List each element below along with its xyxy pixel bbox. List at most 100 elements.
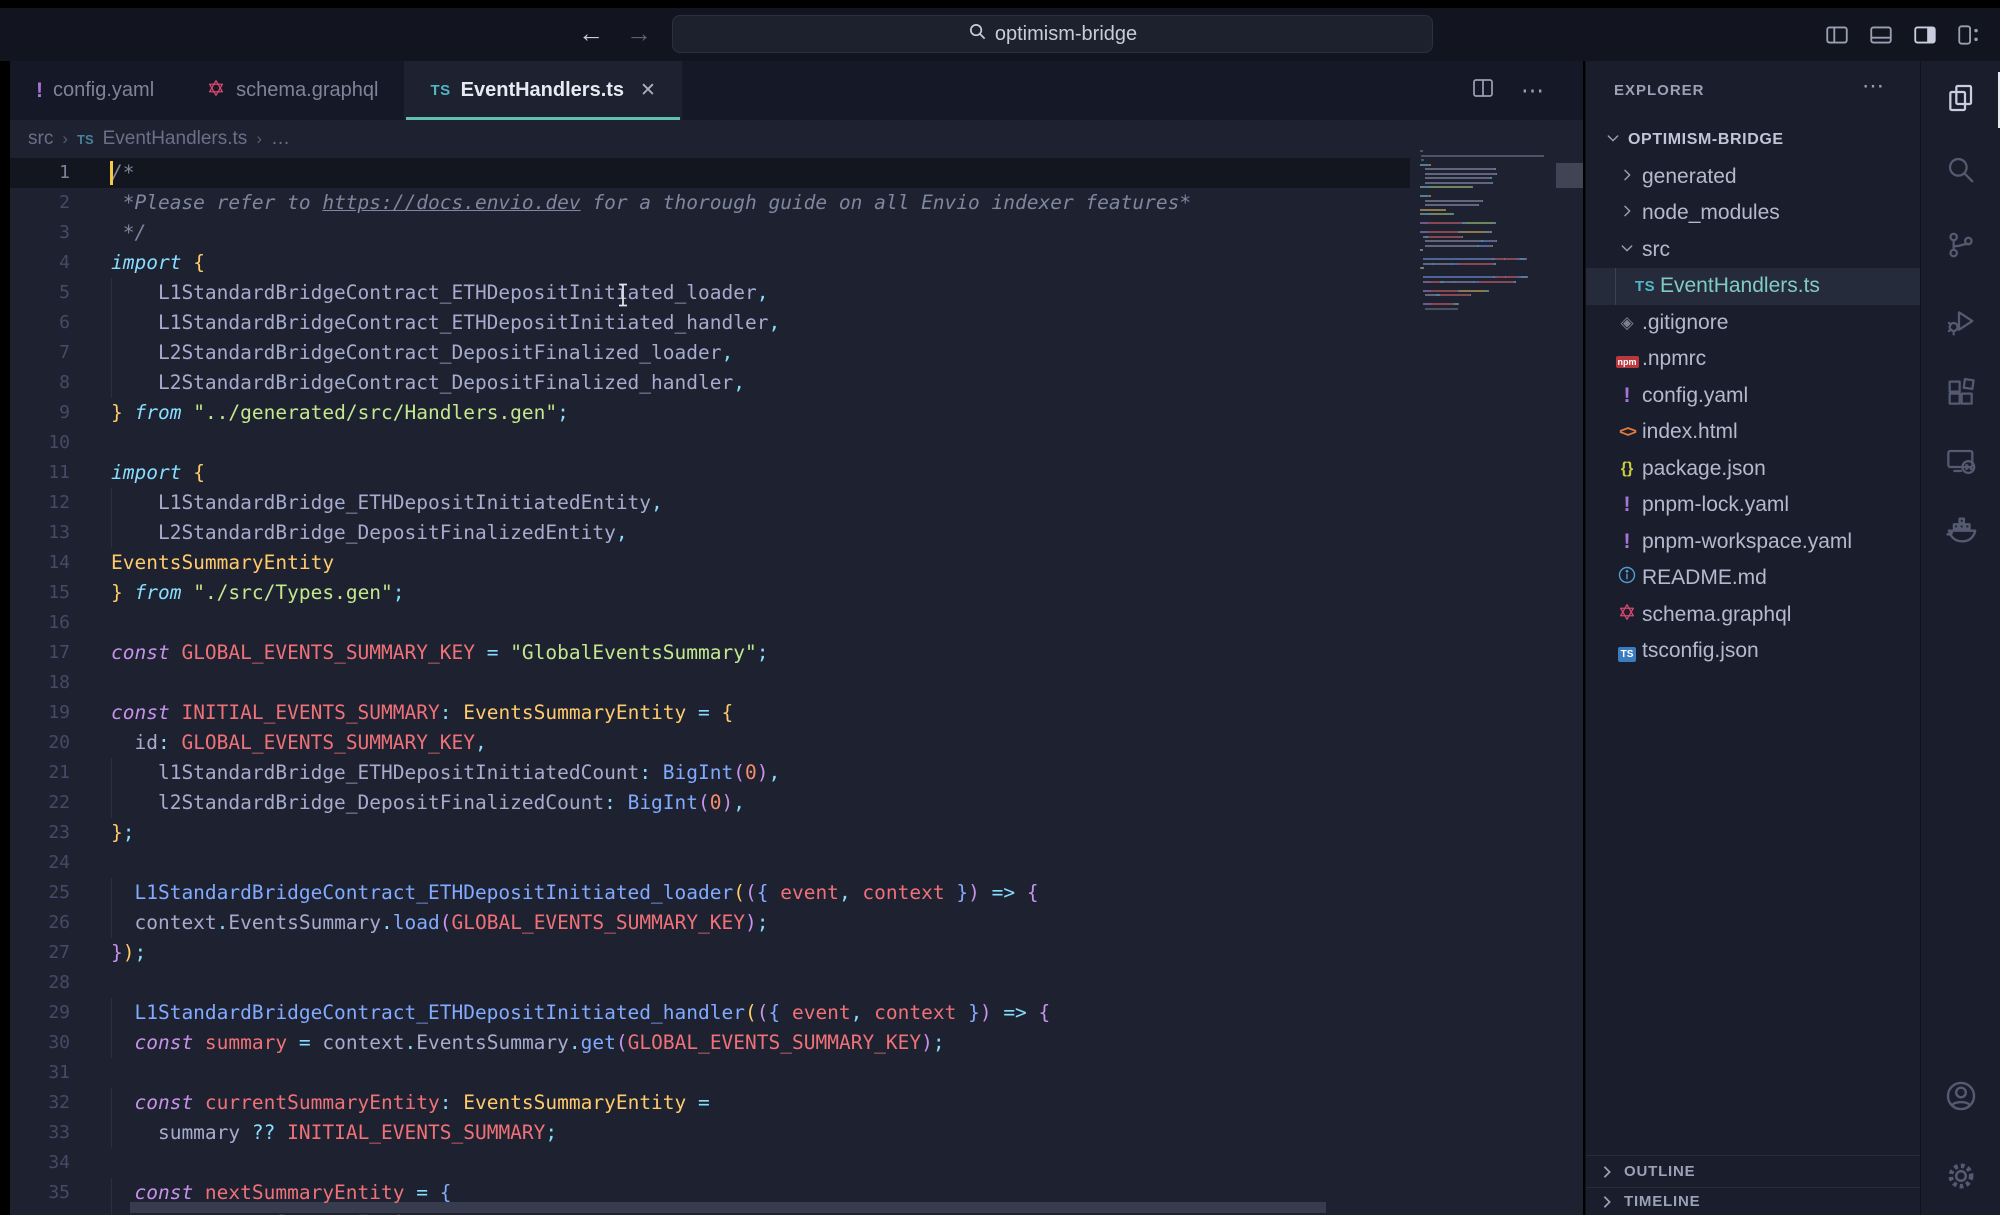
code-line-22[interactable]: 22 l2StandardBridge_DepositFinalizedCoun… — [10, 788, 1410, 818]
tree-item-index.html[interactable]: <>index.html — [1586, 414, 1920, 451]
code-line-13[interactable]: 13 L2StandardBridge_DepositFinalizedEnti… — [10, 518, 1410, 548]
breadcrumb-folder[interactable]: src — [28, 128, 53, 150]
line-text: /* — [111, 158, 134, 188]
code-line-2[interactable]: 2 *Please refer to https://docs.envio.de… — [10, 188, 1410, 218]
line-number: 34 — [20, 1148, 70, 1178]
activity-account-button[interactable] — [1921, 1066, 2000, 1130]
tree-item-src[interactable]: src — [1586, 232, 1920, 269]
files-icon — [1945, 82, 1977, 119]
tree-item-node_modules[interactable]: node_modules — [1586, 195, 1920, 232]
code-line-20[interactable]: 20 id: GLOBAL_EVENTS_SUMMARY_KEY, — [10, 728, 1410, 758]
tree-indent-guide — [1615, 268, 1616, 305]
code-line-15[interactable]: 15} from "./src/Types.gen"; — [10, 578, 1410, 608]
code-line-6[interactable]: 6 L1StandardBridgeContract_ETHDepositIni… — [10, 308, 1410, 338]
tree-item-EventHandlers.ts[interactable]: TSEventHandlers.ts — [1586, 268, 1920, 305]
tree-item-package.json[interactable]: {}package.json — [1586, 451, 1920, 488]
line-number: 3 — [20, 218, 70, 248]
line-number: 7 — [20, 338, 70, 368]
tab-config.yaml[interactable]: !config.yaml — [10, 61, 180, 120]
activity-search-button[interactable] — [1921, 140, 2000, 204]
tree-item-label: generated — [1642, 165, 1737, 189]
code-line-11[interactable]: 11 import { — [10, 458, 1410, 488]
line-text: } from "../generated/src/Handlers.gen"; — [111, 398, 569, 428]
line-text: import { — [111, 458, 205, 488]
tree-item-label: EventHandlers.ts — [1660, 274, 1820, 298]
line-number: 22 — [20, 788, 70, 818]
tab-close-icon[interactable]: ✕ — [640, 79, 656, 102]
activity-docker-button[interactable] — [1921, 500, 2000, 564]
line-number: 11 — [20, 458, 70, 488]
code-line-31[interactable]: 31 — [10, 1058, 1410, 1088]
tree-item-README.md[interactable]: README.md — [1586, 560, 1920, 597]
breadcrumb-file[interactable]: EventHandlers.ts — [103, 128, 248, 150]
line-text: l2StandardBridge_DepositFinalizedCount: … — [111, 788, 745, 818]
tree-item-.npmrc[interactable]: npm.npmrc — [1586, 341, 1920, 378]
activity-settings-button[interactable] — [1921, 1146, 2000, 1210]
customize-layout-icon[interactable] — [1956, 22, 1982, 48]
code-line-24[interactable]: 24 — [10, 848, 1410, 878]
tree-item-pnpm-lock.yaml[interactable]: !pnpm-lock.yaml — [1586, 487, 1920, 524]
nav-back-button[interactable]: ← — [578, 8, 604, 61]
toggle-secondary-sidebar-icon[interactable] — [1912, 22, 1938, 48]
activity-source-control-button[interactable] — [1921, 215, 2000, 279]
code-line-17[interactable]: 17const GLOBAL_EVENTS_SUMMARY_KEY = "Glo… — [10, 638, 1410, 668]
activity-explorer-button[interactable] — [1921, 68, 2000, 132]
code-line-33[interactable]: 33 summary ?? INITIAL_EVENTS_SUMMARY; — [10, 1118, 1410, 1148]
code-line-34[interactable]: 34 — [10, 1148, 1410, 1178]
tree-item-schema.graphql[interactable]: schema.graphql — [1586, 597, 1920, 634]
code-editor[interactable]: src › TS EventHandlers.ts › … 1/*2 *Plea… — [10, 120, 1583, 1215]
activity-run-debug-button[interactable] — [1921, 291, 2000, 355]
code-line-9[interactable]: 9} from "../generated/src/Handlers.gen"; — [10, 398, 1410, 428]
breadcrumb-symbol[interactable]: … — [271, 128, 290, 150]
code-line-4[interactable]: 4import { — [10, 248, 1410, 278]
line-number: 29 — [20, 998, 70, 1028]
breadcrumb[interactable]: src › TS EventHandlers.ts › … — [10, 120, 1583, 158]
nav-forward-button[interactable]: → — [626, 8, 652, 61]
code-line-18[interactable]: 18 — [10, 668, 1410, 698]
tree-item-pnpm-workspace.yaml[interactable]: !pnpm-workspace.yaml — [1586, 524, 1920, 561]
editor-more-actions-icon[interactable]: ⋯ — [1521, 77, 1545, 104]
code-line-21[interactable]: 21 l1StandardBridge_ETHDepositInitiatedC… — [10, 758, 1410, 788]
toggle-panel-icon[interactable] — [1868, 22, 1894, 48]
code-line-5[interactable]: 5 L1StandardBridgeContract_ETHDepositIni… — [10, 278, 1410, 308]
line-text: *Please refer to https://docs.envio.dev … — [111, 188, 1191, 218]
code-line-12[interactable]: 12 L1StandardBridge_ETHDepositInitiatedE… — [10, 488, 1410, 518]
code-line-1[interactable]: 1/* — [10, 158, 1410, 188]
activity-remote-button[interactable] — [1921, 431, 2000, 495]
minimap[interactable] — [1420, 150, 1560, 480]
code-line-28[interactable]: 28 — [10, 968, 1410, 998]
outline-section-header[interactable]: OUTLINE — [1586, 1155, 1920, 1187]
line-number: 4 — [20, 248, 70, 278]
tree-item-generated[interactable]: generated — [1586, 159, 1920, 196]
split-editor-icon[interactable] — [1471, 76, 1495, 105]
code-line-27[interactable]: 27}); — [10, 938, 1410, 968]
line-text: */ — [111, 218, 146, 248]
tab-EventHandlers.ts[interactable]: TSEventHandlers.ts✕ — [404, 61, 681, 120]
code-line-19[interactable]: 19const INITIAL_EVENTS_SUMMARY: EventsSu… — [10, 698, 1410, 728]
tree-item-.gitignore[interactable]: ◈.gitignore — [1586, 305, 1920, 342]
code-line-23[interactable]: 23}; — [10, 818, 1410, 848]
code-line-25[interactable]: 25 L1StandardBridgeContract_ETHDepositIn… — [10, 878, 1410, 908]
explorer-more-actions-icon[interactable]: ⋯ — [1862, 73, 1886, 99]
tree-item-config.yaml[interactable]: !config.yaml — [1586, 378, 1920, 415]
code-line-16[interactable]: 16 — [10, 608, 1410, 638]
code-line-26[interactable]: 26 context.EventsSummary.load(GLOBAL_EVE… — [10, 908, 1410, 938]
code-line-7[interactable]: 7 L2StandardBridgeContract_DepositFinali… — [10, 338, 1410, 368]
code-line-10[interactable]: 10 — [10, 428, 1410, 458]
code-lines[interactable]: 1/*2 *Please refer to https://docs.envio… — [10, 158, 1583, 1215]
line-number: 10 — [20, 428, 70, 458]
horizontal-scrollbar[interactable] — [130, 1202, 1326, 1213]
activity-extensions-button[interactable] — [1921, 363, 2000, 427]
timeline-section-header[interactable]: TIMELINE — [1586, 1187, 1920, 1215]
toggle-primary-sidebar-icon[interactable] — [1824, 22, 1850, 48]
code-line-30[interactable]: 30 const summary = context.EventsSummary… — [10, 1028, 1410, 1058]
tab-schema.graphql[interactable]: schema.graphql — [180, 61, 404, 120]
command-center-search[interactable]: optimism-bridge — [672, 15, 1433, 53]
code-line-3[interactable]: 3 */ — [10, 218, 1410, 248]
tree-item-OPTIMISM-BRIDGE[interactable]: OPTIMISM-BRIDGE — [1586, 122, 1920, 159]
code-line-8[interactable]: 8 L2StandardBridgeContract_DepositFinali… — [10, 368, 1410, 398]
tree-item-tsconfig.json[interactable]: TStsconfig.json — [1586, 633, 1920, 670]
code-line-29[interactable]: 29 L1StandardBridgeContract_ETHDepositIn… — [10, 998, 1410, 1028]
code-line-32[interactable]: 32 const currentSummaryEntity: EventsSum… — [10, 1088, 1410, 1118]
code-line-14[interactable]: 14EventsSummaryEntity — [10, 548, 1410, 578]
